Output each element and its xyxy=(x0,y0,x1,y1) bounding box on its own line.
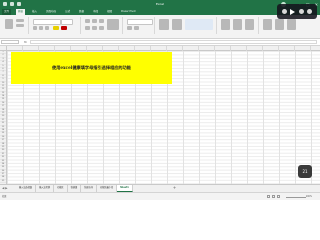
copy-icon[interactable] xyxy=(16,24,24,27)
name-box[interactable] xyxy=(1,40,19,44)
align-left-icon[interactable] xyxy=(85,26,90,30)
highlighted-merged-cell[interactable]: 使用excel健康填字母指引选择相应的功能 xyxy=(11,52,172,84)
row-header: 1 2 3 4 5 6 7 8 9 10 11 12 13 14 15 16 17 18 19 20 21 22 23 24 2… xyxy=(0,51,7,184)
conditional-format-icon[interactable] xyxy=(159,19,169,30)
sheet-tab[interactable]: 快捷键 xyxy=(68,185,82,192)
status-ready: 就绪 xyxy=(2,195,7,198)
formula-input[interactable] xyxy=(30,40,317,44)
editing-group xyxy=(260,17,300,34)
number-group xyxy=(124,17,155,34)
video-overlay-controls xyxy=(277,4,317,19)
sheet-tab[interactable]: 输入法切换 xyxy=(36,185,55,192)
settings-icon[interactable] xyxy=(307,9,313,14)
zoom-slider[interactable] xyxy=(286,196,306,198)
fill-color-icon[interactable] xyxy=(53,26,59,30)
format-table-icon[interactable] xyxy=(172,19,182,30)
clipboard-group xyxy=(2,17,29,34)
page-layout-view-icon[interactable] xyxy=(272,195,275,198)
highlighted-cell-text: 使用excel健康填字母指引选择相应的功能 xyxy=(52,65,131,70)
bold-icon[interactable] xyxy=(33,26,37,30)
cells-group xyxy=(218,17,259,34)
window-title: Excel xyxy=(156,2,164,6)
sheet-tab[interactable]: 功能区 xyxy=(54,185,68,192)
autosum-icon[interactable] xyxy=(263,19,272,30)
font-size-select[interactable] xyxy=(61,19,73,25)
sheet-tab[interactable]: 快速访问 xyxy=(81,185,97,192)
previous-icon[interactable] xyxy=(281,9,287,14)
formula-bar: fx xyxy=(0,39,320,46)
counter-bubble[interactable]: 21 xyxy=(298,165,312,178)
styles-group xyxy=(156,17,217,34)
paste-icon[interactable] xyxy=(5,19,13,29)
view-buttons xyxy=(267,195,280,198)
cell-styles-icon[interactable] xyxy=(185,19,213,30)
find-select-icon[interactable] xyxy=(287,19,296,30)
italic-icon[interactable] xyxy=(39,26,43,30)
align-center-icon[interactable] xyxy=(92,26,97,30)
number-format-select[interactable] xyxy=(127,19,153,25)
insert-cells-icon[interactable] xyxy=(221,19,230,30)
sheet-tab[interactable]: 输入法选择窗 xyxy=(16,185,37,192)
sort-filter-icon[interactable] xyxy=(275,19,284,30)
align-right-icon[interactable] xyxy=(99,26,104,30)
normal-view-icon[interactable] xyxy=(267,195,270,198)
next-icon[interactable] xyxy=(298,9,304,14)
cut-icon[interactable] xyxy=(16,19,24,22)
font-color-icon[interactable] xyxy=(61,26,67,30)
delete-cells-icon[interactable] xyxy=(233,19,242,30)
align-bottom-icon[interactable] xyxy=(99,19,104,23)
sheet-tab-active[interactable]: Sheet1 xyxy=(117,185,133,192)
underline-icon[interactable] xyxy=(45,26,49,30)
sheet-tabs: 输入法选择窗 输入法切换 功能区 快捷键 快速访问 功能区最小化 Sheet1 xyxy=(16,185,133,192)
sheet-nav-arrows[interactable]: ◀▶ xyxy=(2,186,9,190)
zoom-level[interactable]: 100% xyxy=(306,193,312,200)
sheet-tab[interactable]: 功能区最小化 xyxy=(97,185,118,192)
sheet-tab-bar: ◀▶ 输入法选择窗 输入法切换 功能区 快捷键 快速访问 功能区最小化 Shee… xyxy=(0,184,320,192)
merge-icon[interactable] xyxy=(107,19,119,30)
percent-icon[interactable] xyxy=(127,26,132,30)
row-number[interactable]: 39 xyxy=(0,180,6,184)
ribbon xyxy=(0,15,320,39)
add-sheet-button[interactable]: + xyxy=(172,185,177,191)
fx-icon[interactable]: fx xyxy=(24,39,27,45)
status-bar: 就绪 100% xyxy=(0,192,320,200)
alignment-group xyxy=(82,17,123,34)
font-name-select[interactable] xyxy=(33,19,61,25)
align-middle-icon[interactable] xyxy=(92,19,97,23)
title-bar: Excel – □ × xyxy=(0,0,320,9)
align-top-icon[interactable] xyxy=(85,19,90,23)
font-group xyxy=(30,17,81,34)
format-cells-icon[interactable] xyxy=(245,19,254,30)
comma-icon[interactable] xyxy=(134,26,139,30)
play-icon[interactable] xyxy=(290,8,296,15)
page-break-view-icon[interactable] xyxy=(277,195,280,198)
